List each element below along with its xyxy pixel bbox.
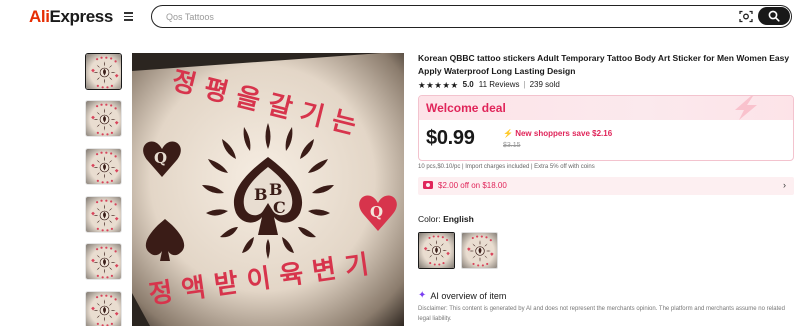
color-label-value: English [443, 214, 474, 224]
svg-text:C: C [273, 198, 286, 217]
thumbnail-4[interactable] [85, 196, 122, 233]
ai-disclaimer: Disclaimer: This content is generated by… [418, 306, 785, 322]
color-swatch-english[interactable] [418, 232, 455, 269]
search-icon [768, 10, 780, 22]
search-button[interactable] [758, 7, 790, 25]
sold-count: 239 sold [529, 80, 560, 89]
color-swatch-option-2[interactable] [461, 232, 498, 269]
chevron-right-icon: › [783, 180, 786, 190]
thumbnail-3[interactable] [85, 148, 122, 185]
product-title: Korean QBBC tattoo stickers Adult Tempor… [418, 53, 790, 76]
lightning-small-icon: ⚡ [503, 129, 513, 138]
thumbnail-2[interactable] [85, 100, 122, 137]
thumbnail-1[interactable] [85, 53, 122, 90]
logo-express-text: Express [49, 7, 114, 26]
rating-stars: ★ ★ ★ ★ ★ [418, 80, 459, 90]
star-icon: ★ [426, 79, 434, 90]
thumbnail-6[interactable] [85, 291, 122, 326]
rating-score: 5.0 [462, 80, 474, 89]
svg-text:Q: Q [370, 203, 383, 221]
review-count-link[interactable]: 11 Reviews [479, 80, 520, 89]
svg-text:B: B [269, 180, 283, 199]
tattoo-sticker-image: 정 평 을 갈 기 는 정 액 받 이 육 변 기 B B C Q Q [132, 53, 404, 326]
rating-row[interactable]: ★ ★ ★ ★ ★ 5.0 11 Reviews | 239 sold [418, 79, 560, 90]
star-icon: ★ [434, 79, 442, 90]
svg-text:B: B [254, 185, 268, 204]
color-label: Color: English [418, 214, 474, 224]
rating-separator: | [523, 80, 526, 89]
coupon-icon [423, 181, 433, 189]
new-shopper-save-tag: ⚡ New shoppers save $2.16 [503, 129, 612, 138]
svg-text:Q: Q [154, 149, 167, 167]
camera-search-icon[interactable] [739, 10, 753, 23]
price-details: 10 pcs,$0.10/pc | Import charges include… [418, 164, 595, 170]
star-icon: ★ [418, 79, 426, 90]
star-icon: ★ [450, 79, 459, 90]
lightning-icon [735, 96, 757, 120]
ai-overview-title: AI overview of item [430, 291, 507, 301]
star-icon: ★ [442, 79, 450, 90]
hamburger-menu-icon[interactable] [124, 12, 133, 21]
original-price: $3.15 [503, 142, 521, 149]
search-bar [151, 5, 792, 28]
coupon-text: $2.00 off on $18.00 [438, 181, 507, 190]
ai-sparkle-icon: ✦ [418, 290, 427, 301]
search-input[interactable] [166, 9, 726, 24]
deal-header: Welcome deal [419, 96, 793, 120]
coupon-bar[interactable]: $2.00 off on $18.00 › [418, 177, 794, 195]
save-text: New shoppers save $2.16 [515, 129, 613, 138]
aliexpress-logo[interactable]: AliExpress [29, 7, 113, 27]
thumbnail-5[interactable] [85, 243, 122, 280]
current-price: $0.99 [426, 127, 475, 149]
logo-ali-text: Ali [29, 7, 50, 26]
color-label-key: Color: [418, 214, 441, 224]
top-header: AliExpress [0, 0, 800, 34]
deal-title: Welcome deal [426, 101, 506, 115]
main-product-image[interactable]: 정 평 을 갈 기 는 정 액 받 이 육 변 기 B B C Q Q [132, 53, 404, 326]
welcome-deal-box: Welcome deal $0.99 ⚡ New shoppers save $… [418, 95, 794, 161]
ai-overview-heading[interactable]: ✦ AI overview of item [418, 290, 507, 302]
